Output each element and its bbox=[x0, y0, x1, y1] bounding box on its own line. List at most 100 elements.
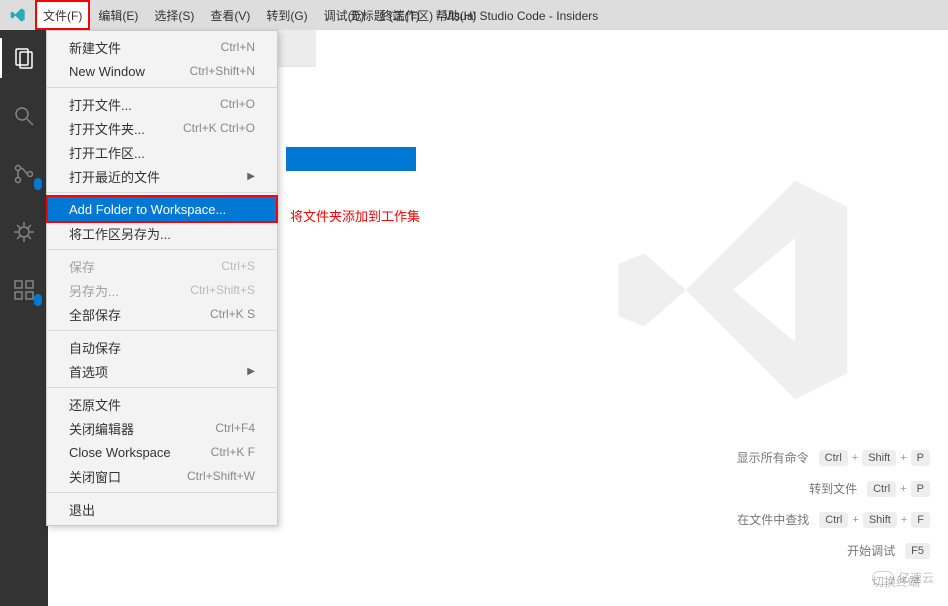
window-title: 无标题 (工作区) - Visual Studio Code - Insider… bbox=[350, 7, 599, 24]
hint-row: 开始调试 F5 bbox=[847, 542, 930, 559]
keycap: F bbox=[911, 512, 930, 528]
extensions-badge bbox=[34, 294, 42, 306]
menu-file[interactable]: 文件(F) bbox=[35, 0, 90, 30]
chevron-right-icon: ▶ bbox=[247, 171, 255, 182]
dropdown-item[interactable]: 打开工作区... bbox=[47, 140, 277, 164]
dropdown-item[interactable]: 打开文件... Ctrl+O bbox=[47, 92, 277, 116]
dropdown-item-label: Add Folder to Workspace... bbox=[69, 202, 226, 217]
dropdown-item-shortcut: Ctrl+K S bbox=[210, 307, 255, 321]
brand-label: 亿速云 bbox=[898, 569, 934, 586]
brand-watermark: 亿速云 bbox=[868, 567, 938, 588]
activity-explorer[interactable] bbox=[0, 38, 48, 78]
keycap: F5 bbox=[905, 543, 930, 559]
dropdown-item-label: 关闭窗口 bbox=[69, 467, 121, 486]
dropdown-item[interactable]: 自动保存 bbox=[47, 335, 277, 359]
dropdown-item[interactable]: New Window Ctrl+Shift+N bbox=[47, 59, 277, 83]
dropdown-item[interactable]: 关闭窗口 Ctrl+Shift+W bbox=[47, 464, 277, 488]
dropdown-item[interactable]: 新建文件 Ctrl+N bbox=[47, 35, 277, 59]
dropdown-item-label: Close Workspace bbox=[69, 445, 171, 460]
dropdown-item-shortcut: Ctrl+N bbox=[221, 40, 255, 54]
scm-badge bbox=[34, 178, 42, 190]
dropdown-item-label: 自动保存 bbox=[69, 338, 121, 357]
keycap: Ctrl bbox=[819, 512, 848, 528]
dropdown-item[interactable]: 打开文件夹... Ctrl+K Ctrl+O bbox=[47, 116, 277, 140]
dropdown-item-label: New Window bbox=[69, 64, 145, 79]
dropdown-item[interactable]: Close Workspace Ctrl+K F bbox=[47, 440, 277, 464]
dropdown-item: 保存Ctrl+S bbox=[47, 254, 277, 278]
dropdown-item-shortcut: Ctrl+K F bbox=[211, 445, 255, 459]
dropdown-item-label: 退出 bbox=[69, 500, 95, 519]
hint-label: 显示所有命令 bbox=[737, 449, 809, 466]
menu-edit[interactable]: 编辑(E) bbox=[90, 0, 146, 30]
vscode-logo-icon bbox=[0, 7, 35, 23]
dropdown-item[interactable]: 退出 bbox=[47, 497, 277, 521]
dropdown-separator bbox=[47, 330, 277, 331]
activity-extensions[interactable] bbox=[0, 270, 48, 310]
dropdown-item[interactable]: 首选项 ▶ bbox=[47, 359, 277, 383]
dropdown-item-label: 打开最近的文件 bbox=[69, 167, 160, 186]
dropdown-item-shortcut: Ctrl+F4 bbox=[215, 421, 255, 435]
chevron-right-icon: ▶ bbox=[247, 366, 255, 377]
hint-row: 在文件中查找 Ctrl + Shift + F bbox=[737, 511, 930, 528]
dropdown-item-label: 将工作区另存为... bbox=[69, 224, 171, 243]
hint-label: 转到文件 bbox=[809, 480, 857, 497]
dropdown-item-label: 还原文件 bbox=[69, 395, 121, 414]
hint-label: 开始调试 bbox=[847, 542, 895, 559]
keycap: Shift bbox=[863, 512, 897, 528]
plus-icon: + bbox=[852, 514, 858, 526]
dropdown-item[interactable]: 打开最近的文件 ▶ bbox=[47, 164, 277, 188]
hint-keys: Ctrl + P bbox=[867, 481, 930, 497]
hint-keys: Ctrl+Shift+P bbox=[819, 450, 930, 466]
menu-view[interactable]: 查看(V) bbox=[202, 0, 258, 30]
dropdown-separator bbox=[47, 87, 277, 88]
hint-row: 转到文件 Ctrl + P bbox=[809, 480, 930, 497]
dropdown-separator bbox=[47, 387, 277, 388]
annotation-text: 将文件夹添加到工作集 bbox=[290, 206, 420, 225]
dropdown-item[interactable]: Add Folder to Workspace... bbox=[47, 197, 277, 221]
hint-label: 在文件中查找 bbox=[737, 511, 809, 528]
hint-keys: F5 bbox=[905, 543, 930, 559]
file-dropdown: 新建文件 Ctrl+N New Window Ctrl+Shift+N 打开文件... C… bbox=[46, 30, 278, 526]
cloud-icon bbox=[872, 571, 894, 585]
dropdown-item-label: 新建文件 bbox=[69, 38, 121, 57]
dropdown-separator bbox=[47, 192, 277, 193]
hint-keys: Ctrl + Shift + F bbox=[819, 512, 930, 528]
activity-scm[interactable] bbox=[0, 154, 48, 194]
keycap: Ctrl bbox=[819, 450, 848, 466]
plus-icon: + bbox=[900, 483, 906, 495]
dropdown-item-shortcut: Ctrl+Shift+N bbox=[190, 64, 255, 78]
activity-bar bbox=[0, 30, 48, 606]
dropdown-item-shortcut: Ctrl+K Ctrl+O bbox=[183, 121, 255, 135]
dropdown-item-label: 另存为... bbox=[69, 281, 119, 300]
dropdown-item: 另存为... Ctrl+Shift+S bbox=[47, 278, 277, 302]
dropdown-separator bbox=[47, 492, 277, 493]
dropdown-item-label: 打开文件夹... bbox=[69, 119, 145, 138]
keycap: Ctrl bbox=[867, 481, 896, 497]
dropdown-item-label: 打开工作区... bbox=[69, 143, 145, 162]
dropdown-separator bbox=[47, 249, 277, 250]
dropdown-item-label: 关闭编辑器 bbox=[69, 419, 134, 438]
dropdown-item-shortcut: Ctrl+Shift+S bbox=[190, 283, 255, 297]
menu-select[interactable]: 选择(S) bbox=[146, 0, 202, 30]
welcome-highlight-stub bbox=[286, 147, 416, 171]
activity-search[interactable] bbox=[0, 96, 48, 136]
keycap: P bbox=[911, 481, 930, 497]
hint-row: 显示所有命令Ctrl+Shift+P bbox=[737, 449, 930, 466]
dropdown-item[interactable]: 全部保存 Ctrl+K S bbox=[47, 302, 277, 326]
dropdown-item-label: 保存 bbox=[69, 257, 95, 276]
dropdown-item-shortcut: Ctrl+Shift+W bbox=[187, 469, 255, 483]
plus-icon: + bbox=[900, 452, 906, 464]
dropdown-item[interactable]: 关闭编辑器 Ctrl+F4 bbox=[47, 416, 277, 440]
menu-goto[interactable]: 转到(G) bbox=[258, 0, 315, 30]
dropdown-item[interactable]: 还原文件 bbox=[47, 392, 277, 416]
dropdown-item-label: 打开文件... bbox=[69, 95, 132, 114]
dropdown-item-label: 全部保存 bbox=[69, 305, 121, 324]
activity-debug[interactable] bbox=[0, 212, 48, 252]
dropdown-item-shortcut: Ctrl+O bbox=[220, 97, 255, 111]
dropdown-item-label: 首选项 bbox=[69, 362, 108, 381]
plus-icon: + bbox=[901, 514, 907, 526]
plus-icon: + bbox=[852, 452, 858, 464]
title-bar: 文件(F) 编辑(E) 选择(S) 查看(V) 转到(G) 调试(D) 终端(T… bbox=[0, 0, 948, 30]
keycap: P bbox=[911, 450, 930, 466]
dropdown-item[interactable]: 将工作区另存为... bbox=[47, 221, 277, 245]
